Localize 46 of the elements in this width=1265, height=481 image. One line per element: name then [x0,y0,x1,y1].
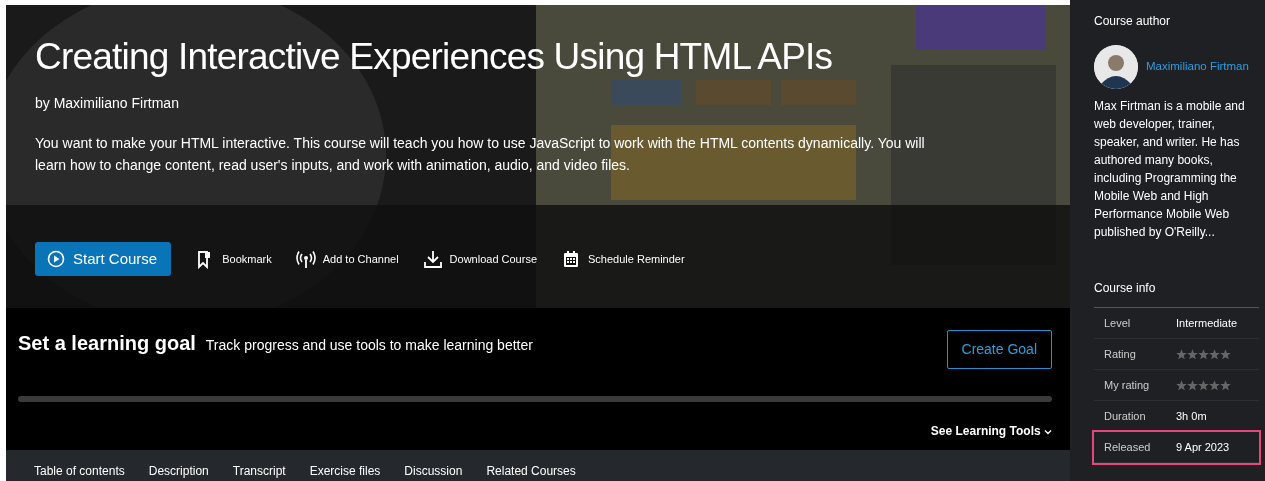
star-icon [1187,348,1198,360]
star-icon [1198,379,1209,391]
star-icon [1209,379,1220,391]
tab[interactable]: Table of contents [22,462,137,481]
star-icon [1220,348,1231,360]
star-icon [1176,379,1187,391]
goal-subtitle: Track progress and use tools to make learning better [205,337,533,353]
info-label: Released [1104,439,1152,455]
action-button[interactable]: Add to Channel [295,249,399,269]
tab[interactable]: Exercise files [297,462,393,481]
section-heading: Course author [1094,13,1171,30]
info-label: Rating [1104,346,1137,362]
action-button[interactable]: Download Course [422,249,537,269]
play-icon [47,250,65,269]
course-description: You want to make your HTML interactive. This course will teach you how to use JavaScript to work with the HTML contents dynamically. You will learn how to change content, read user's inputs, and work with animation, audio, and video files. [35,134,925,176]
section-heading: Course info [1094,280,1156,297]
tab[interactable]: Discussion [392,462,475,481]
info-value: 3h 0m [1176,408,1207,424]
info-label: Level [1104,315,1132,331]
star-icon [1220,379,1231,391]
star-icon [1176,348,1187,360]
action-button[interactable]: Schedule Reminder [561,249,685,269]
info-label: My rating [1104,377,1151,393]
create-goal-button[interactable]: Create Goal [946,330,1052,369]
tab[interactable]: Description [136,462,221,481]
broadcast-icon [295,249,316,269]
download-icon [422,249,443,269]
course-title: Creating Interactive Experiences Using HTML APIs [35,35,833,79]
author-bio: Max Firtman is a mobile and web developer, trainer, speaker, and writer. He has authored many books, including Programming the Mobile Web and High Performance Mobile Web published by O'Reilly... [1094,98,1246,241]
action-button[interactable]: Bookmark [195,249,272,269]
start-course-button[interactable]: Start Course [35,242,172,277]
author-byline: by Maximiliano Firtman [35,94,179,114]
chevron-down-icon [1044,428,1052,435]
info-value: 9 Apr 2023 [1176,439,1230,455]
info-value: Intermediate [1176,315,1238,331]
author-link[interactable]: Maximiliano Firtman [1146,58,1249,76]
star-icon [1187,379,1198,391]
star-icon [1198,348,1209,360]
tab[interactable]: Related Courses [474,462,588,481]
avatar [1094,45,1138,89]
info-label: Duration [1104,408,1147,424]
calendar-icon [561,249,581,269]
goal-title: Set a learning goal [18,332,196,354]
see-learning-tools-link[interactable]: See Learning Tools [930,424,1041,438]
star-icon [1209,348,1220,360]
tab[interactable]: Transcript [220,462,298,481]
